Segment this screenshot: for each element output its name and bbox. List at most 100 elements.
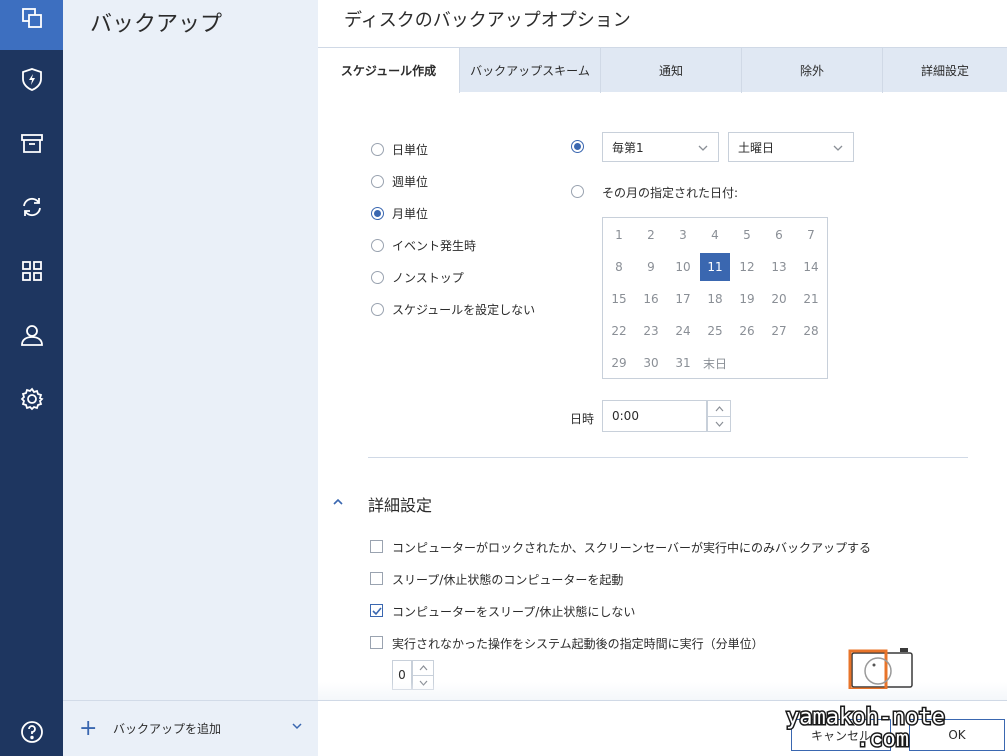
calendar-day[interactable]: 24: [668, 317, 698, 345]
rail-protection[interactable]: [0, 47, 63, 111]
calendar-day[interactable]: 28: [796, 317, 826, 345]
rail-account[interactable]: [0, 303, 63, 367]
label-run-missed: 実行されなかった操作をシステム起動後の指定時間に実行（分単位）: [392, 637, 764, 651]
chevron-down-icon: [715, 421, 723, 427]
calendar-day[interactable]: 26: [732, 317, 762, 345]
calendar-day[interactable]: 3: [668, 221, 698, 249]
checkbox-wake[interactable]: [370, 572, 383, 585]
calendar-day[interactable]: 9: [636, 253, 666, 281]
calendar-day[interactable]: 4: [700, 221, 730, 249]
rail-settings[interactable]: [0, 367, 63, 431]
checkbox-no-sleep[interactable]: [370, 604, 383, 617]
label-specific-date: その月の指定された日付:: [602, 186, 739, 200]
calendar-day[interactable]: 8: [604, 253, 634, 281]
radio-specific-date[interactable]: [571, 185, 584, 198]
calendar-day[interactable]: 31: [668, 349, 698, 377]
time-input[interactable]: 0:00: [602, 400, 707, 432]
time-stepper[interactable]: [707, 400, 731, 432]
stepper-down[interactable]: [708, 416, 730, 431]
section-divider: [368, 457, 968, 458]
site-watermark: yamakoh-note .com: [785, 704, 947, 751]
rail-backup[interactable]: [0, 0, 63, 50]
tab-bar: スケジュール作成 バックアップスキーム 通知 除外 詳細設定: [318, 47, 1007, 93]
calendar-day[interactable]: 16: [636, 285, 666, 313]
label-daily: 日単位: [392, 143, 429, 157]
copy-icon: [21, 8, 42, 28]
options-dialog: ディスクのバックアップオプション スケジュール作成 バックアップスキーム 通知 …: [318, 0, 1007, 756]
radio-week-day[interactable]: [571, 140, 584, 153]
calendar-day[interactable]: 10: [668, 253, 698, 281]
radio-weekly[interactable]: [371, 175, 384, 188]
calendar-day[interactable]: 末日: [700, 349, 730, 377]
grid-icon: [21, 261, 42, 281]
tab-backup-scheme[interactable]: バックアップスキーム: [460, 48, 601, 93]
calendar-day[interactable]: 23: [636, 317, 666, 345]
calendar-day[interactable]: 25: [700, 317, 730, 345]
label-weekly: 週単位: [392, 175, 429, 189]
calendar-day[interactable]: 11: [700, 253, 730, 281]
calendar-day[interactable]: 21: [796, 285, 826, 313]
rail-tools[interactable]: [0, 239, 63, 303]
checkbox-run-missed[interactable]: [370, 636, 383, 649]
label-on-event: イベント発生時: [392, 239, 477, 253]
label-monthly: 月単位: [392, 207, 429, 221]
panel-title: バックアップ: [90, 12, 223, 37]
chevron-down-icon: [833, 145, 843, 151]
calendar-day[interactable]: 27: [764, 317, 794, 345]
user-icon: [20, 325, 43, 346]
label-no-schedule: スケジュールを設定しない: [392, 303, 536, 317]
calendar-day[interactable]: 1: [604, 221, 634, 249]
calendar-day[interactable]: 30: [636, 349, 666, 377]
calendar-day[interactable]: 15: [604, 285, 634, 313]
tab-exclusions[interactable]: 除外: [742, 48, 883, 93]
radio-on-event[interactable]: [371, 239, 384, 252]
watermark-line2: .com: [856, 727, 909, 750]
calendar-day[interactable]: 17: [668, 285, 698, 313]
radio-daily[interactable]: [371, 143, 384, 156]
sync-icon: [22, 197, 41, 217]
time-label: 日時: [570, 412, 595, 426]
calendar-day[interactable]: 29: [604, 349, 634, 377]
radio-nonstop[interactable]: [371, 271, 384, 284]
chevron-down-icon: [698, 145, 708, 151]
calendar-day[interactable]: 5: [732, 221, 762, 249]
rail-sync[interactable]: [0, 175, 63, 239]
rail-help[interactable]: [0, 700, 63, 756]
chevron-up-icon: [419, 665, 427, 671]
calendar-day[interactable]: 6: [764, 221, 794, 249]
calendar-day[interactable]: 2: [636, 221, 666, 249]
calendar-day[interactable]: 18: [700, 285, 730, 313]
tab-advanced[interactable]: 詳細設定: [883, 48, 1007, 93]
stepper-up[interactable]: [413, 661, 433, 675]
label-no-sleep: コンピューターをスリープ/休止状態にしない: [392, 605, 636, 619]
backup-panel: バックアップ + バックアップを追加: [63, 0, 318, 756]
rail-archive[interactable]: [0, 111, 63, 175]
add-backup-button[interactable]: + バックアップを追加: [63, 700, 318, 756]
calendar-day[interactable]: 19: [732, 285, 762, 313]
day-select[interactable]: 土曜日: [728, 132, 854, 162]
add-backup-label: バックアップを追加: [113, 722, 222, 736]
checkmark-icon: [372, 607, 382, 616]
week-select[interactable]: 毎第1: [602, 132, 719, 162]
chevron-down-icon[interactable]: [292, 721, 302, 731]
calendar-day[interactable]: 12: [732, 253, 762, 281]
advanced-title: 詳細設定: [368, 496, 433, 515]
help-icon: [20, 721, 43, 743]
day-select-value: 土曜日: [738, 140, 775, 155]
calendar-day[interactable]: 20: [764, 285, 794, 313]
label-nonstop: ノンストップ: [392, 271, 464, 285]
chevron-up-icon[interactable]: [332, 497, 344, 507]
tab-schedule[interactable]: スケジュール作成: [318, 48, 460, 93]
camera-icon: [848, 648, 913, 689]
label-wake: スリープ/休止状態のコンピューターを起動: [392, 573, 624, 587]
calendar-day[interactable]: 22: [604, 317, 634, 345]
stepper-up[interactable]: [708, 401, 730, 416]
tab-notifications[interactable]: 通知: [601, 48, 742, 93]
radio-monthly[interactable]: [371, 207, 384, 220]
calendar-day[interactable]: 7: [796, 221, 826, 249]
radio-no-schedule[interactable]: [371, 303, 384, 316]
calendar-day[interactable]: 13: [764, 253, 794, 281]
shield-bolt-icon: [21, 68, 42, 91]
calendar-day[interactable]: 14: [796, 253, 826, 281]
checkbox-lock-only[interactable]: [370, 540, 383, 553]
